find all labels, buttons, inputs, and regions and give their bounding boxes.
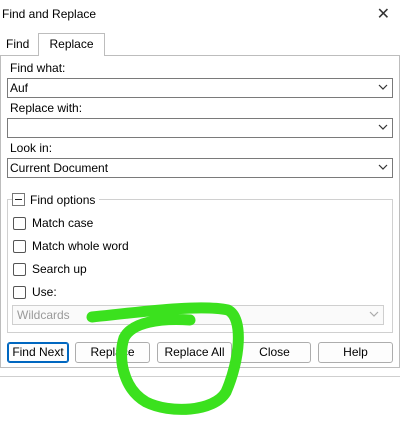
- find-what-label: Find what:: [10, 61, 66, 75]
- replace-with-combobox[interactable]: [7, 118, 393, 138]
- close-icon[interactable]: ✕: [377, 4, 390, 24]
- close-button[interactable]: Close: [238, 342, 311, 363]
- chevron-down-icon[interactable]: [377, 121, 389, 133]
- tab-find[interactable]: Find: [0, 34, 35, 54]
- checkbox-box[interactable]: [13, 286, 26, 299]
- replace-all-button[interactable]: Replace All: [157, 342, 232, 363]
- tab-bar: Find Replace: [0, 33, 400, 56]
- checkbox-box[interactable]: [13, 263, 26, 276]
- wildcards-value: Wildcards: [17, 308, 70, 322]
- look-in-label: Look in:: [10, 141, 53, 155]
- find-what-value[interactable]: Auf: [10, 81, 28, 95]
- collapse-icon[interactable]: [12, 193, 25, 206]
- search-up-label: Search up: [32, 262, 87, 276]
- match-case-label: Match case: [32, 216, 94, 230]
- find-next-button[interactable]: Find Next: [7, 342, 69, 363]
- look-in-select[interactable]: Current Document: [7, 158, 393, 178]
- replace-button[interactable]: Replace: [75, 342, 150, 363]
- find-replace-dialog: Find and Replace ✕ Find Replace Find wha…: [0, 0, 400, 377]
- checkbox-box[interactable]: [13, 240, 26, 253]
- find-what-combobox[interactable]: Auf: [7, 78, 393, 98]
- checkbox-box[interactable]: [13, 217, 26, 230]
- look-in-value[interactable]: Current Document: [10, 161, 108, 175]
- chevron-down-icon[interactable]: [377, 161, 389, 173]
- chevron-down-icon: [369, 311, 379, 317]
- replace-with-label: Replace with:: [10, 101, 83, 115]
- window-title: Find and Replace: [2, 7, 97, 21]
- chevron-down-icon[interactable]: [377, 81, 389, 93]
- find-options-header[interactable]: Find options: [12, 191, 100, 207]
- help-button[interactable]: Help: [318, 342, 393, 363]
- wildcards-select: Wildcards: [12, 305, 384, 325]
- find-options-label: Find options: [30, 193, 96, 207]
- use-label: Use:: [32, 285, 57, 299]
- match-whole-word-label: Match whole word: [32, 239, 129, 253]
- tab-replace[interactable]: Replace: [38, 33, 105, 56]
